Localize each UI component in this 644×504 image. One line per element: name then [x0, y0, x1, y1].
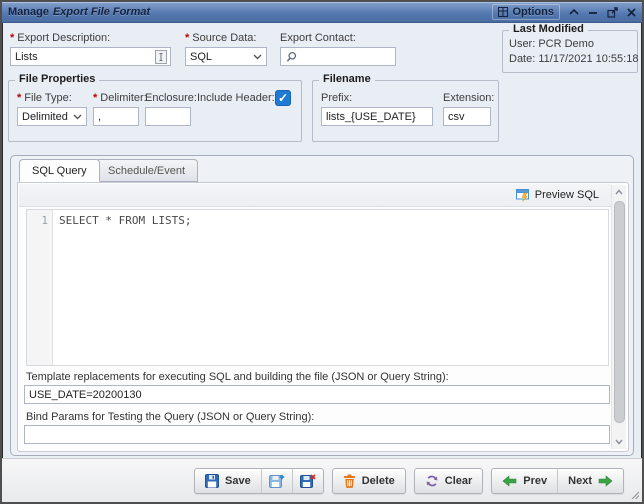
- export-contact-input[interactable]: [280, 47, 396, 66]
- include-header-checkbox[interactable]: [275, 90, 291, 106]
- collapse-icon[interactable]: [569, 8, 579, 16]
- enclosure-label: Enclosure:: [145, 92, 197, 104]
- save-new-button[interactable]: [261, 469, 292, 493]
- include-header-label: Include Header:: [197, 92, 275, 104]
- popout-icon[interactable]: [607, 7, 618, 18]
- window-title: ManageExport File Format: [8, 6, 150, 18]
- file-type-value: Delimited: [22, 111, 68, 123]
- save-x-icon: [300, 474, 316, 488]
- last-modified-fieldset: Last Modified User: PCR Demo Date: 11/17…: [502, 30, 638, 73]
- preview-sql-icon: [516, 188, 531, 202]
- sql-query-tab-content: Preview SQL 1 SELECT * FROM LISTS; Templ…: [17, 182, 629, 452]
- window-body: *Export Description: *Source Data: SQL E…: [2, 23, 642, 502]
- clear-button-group: Clear: [414, 468, 484, 494]
- source-data-value: SQL: [190, 51, 212, 63]
- enclosure-input[interactable]: [145, 107, 191, 126]
- scroll-down-icon[interactable]: [612, 435, 627, 449]
- last-modified-legend: Last Modified: [509, 23, 588, 35]
- tab-sql-query[interactable]: SQL Query: [19, 159, 100, 182]
- options-label: Options: [512, 6, 554, 18]
- grid-icon: [498, 7, 508, 17]
- bind-params-input[interactable]: [24, 425, 610, 444]
- chevron-down-icon: [73, 114, 82, 120]
- delimiter-label: *Delimiter:: [93, 92, 147, 104]
- source-data-select[interactable]: SQL: [185, 47, 267, 66]
- next-button[interactable]: Next: [557, 469, 623, 493]
- prev-next-button-group: Prev Next: [491, 468, 624, 494]
- vertical-scrollbar[interactable]: [611, 185, 626, 449]
- chevron-down-icon: [253, 54, 262, 60]
- filename-fieldset: Filename Prefix: Extension:: [312, 80, 499, 142]
- extension-label: Extension:: [443, 92, 494, 104]
- extension-input[interactable]: [443, 107, 491, 126]
- prefix-input[interactable]: [321, 107, 433, 126]
- bind-params-label: Bind Params for Testing the Query (JSON …: [26, 411, 314, 423]
- resize-grip[interactable]: [629, 489, 639, 499]
- minimize-icon[interactable]: [588, 8, 598, 16]
- prefix-label: Prefix:: [321, 92, 352, 104]
- source-data-label: *Source Data:: [185, 32, 256, 44]
- arrow-left-icon: [502, 475, 517, 487]
- text-field-trigger-icon[interactable]: [155, 50, 167, 64]
- template-replacements-input[interactable]: [24, 385, 610, 404]
- last-modified-user: User: PCR Demo: [509, 38, 594, 50]
- trash-icon: [343, 474, 356, 488]
- save-close-button[interactable]: [292, 469, 323, 493]
- export-contact-label: Export Contact:: [280, 32, 356, 44]
- footer-toolbar: Save: [2, 458, 642, 502]
- filename-legend: Filename: [319, 73, 375, 85]
- file-properties-fieldset: File Properties *File Type: Delimited *D…: [8, 80, 302, 142]
- sql-code[interactable]: SELECT * FROM LISTS;: [53, 210, 608, 365]
- titlebar: ManageExport File Format Options: [2, 2, 642, 23]
- sql-toolbar: Preview SQL: [19, 184, 611, 207]
- manage-export-window: ManageExport File Format Options: [0, 0, 644, 504]
- scroll-up-icon[interactable]: [612, 185, 627, 199]
- prev-button[interactable]: Prev: [492, 469, 557, 493]
- clear-button[interactable]: Clear: [415, 469, 483, 493]
- search-icon: [285, 51, 297, 63]
- delimiter-input[interactable]: [93, 107, 139, 126]
- template-replacements-label: Template replacements for executing SQL …: [26, 371, 449, 383]
- close-icon[interactable]: [627, 8, 636, 17]
- save-button-group: Save: [194, 468, 324, 494]
- save-icon: [205, 474, 219, 488]
- preview-sql-button[interactable]: Preview SQL: [512, 186, 603, 204]
- export-description-input[interactable]: [10, 47, 171, 66]
- save-plus-icon: [269, 474, 285, 488]
- file-type-select[interactable]: Delimited: [17, 107, 87, 126]
- delete-button[interactable]: Delete: [333, 469, 405, 493]
- file-properties-legend: File Properties: [15, 73, 99, 85]
- arrow-right-icon: [598, 475, 613, 487]
- preview-sql-label: Preview SQL: [535, 189, 599, 201]
- scrollbar-thumb[interactable]: [614, 201, 625, 423]
- options-button[interactable]: Options: [492, 4, 560, 20]
- delete-button-group: Delete: [332, 468, 406, 494]
- refresh-icon: [425, 474, 439, 488]
- export-description-label: *Export Description:: [10, 32, 110, 44]
- file-type-label: *File Type:: [17, 92, 72, 104]
- sql-editor[interactable]: 1 SELECT * FROM LISTS;: [26, 209, 609, 366]
- save-button[interactable]: Save: [195, 469, 261, 493]
- last-modified-date: Date: 11/17/2021 10:55:18: [509, 53, 638, 65]
- tab-panel: SQL Query Schedule/Event Preview SQL: [10, 155, 634, 456]
- tab-schedule-event[interactable]: Schedule/Event: [95, 159, 198, 182]
- line-number-gutter: 1: [27, 210, 53, 365]
